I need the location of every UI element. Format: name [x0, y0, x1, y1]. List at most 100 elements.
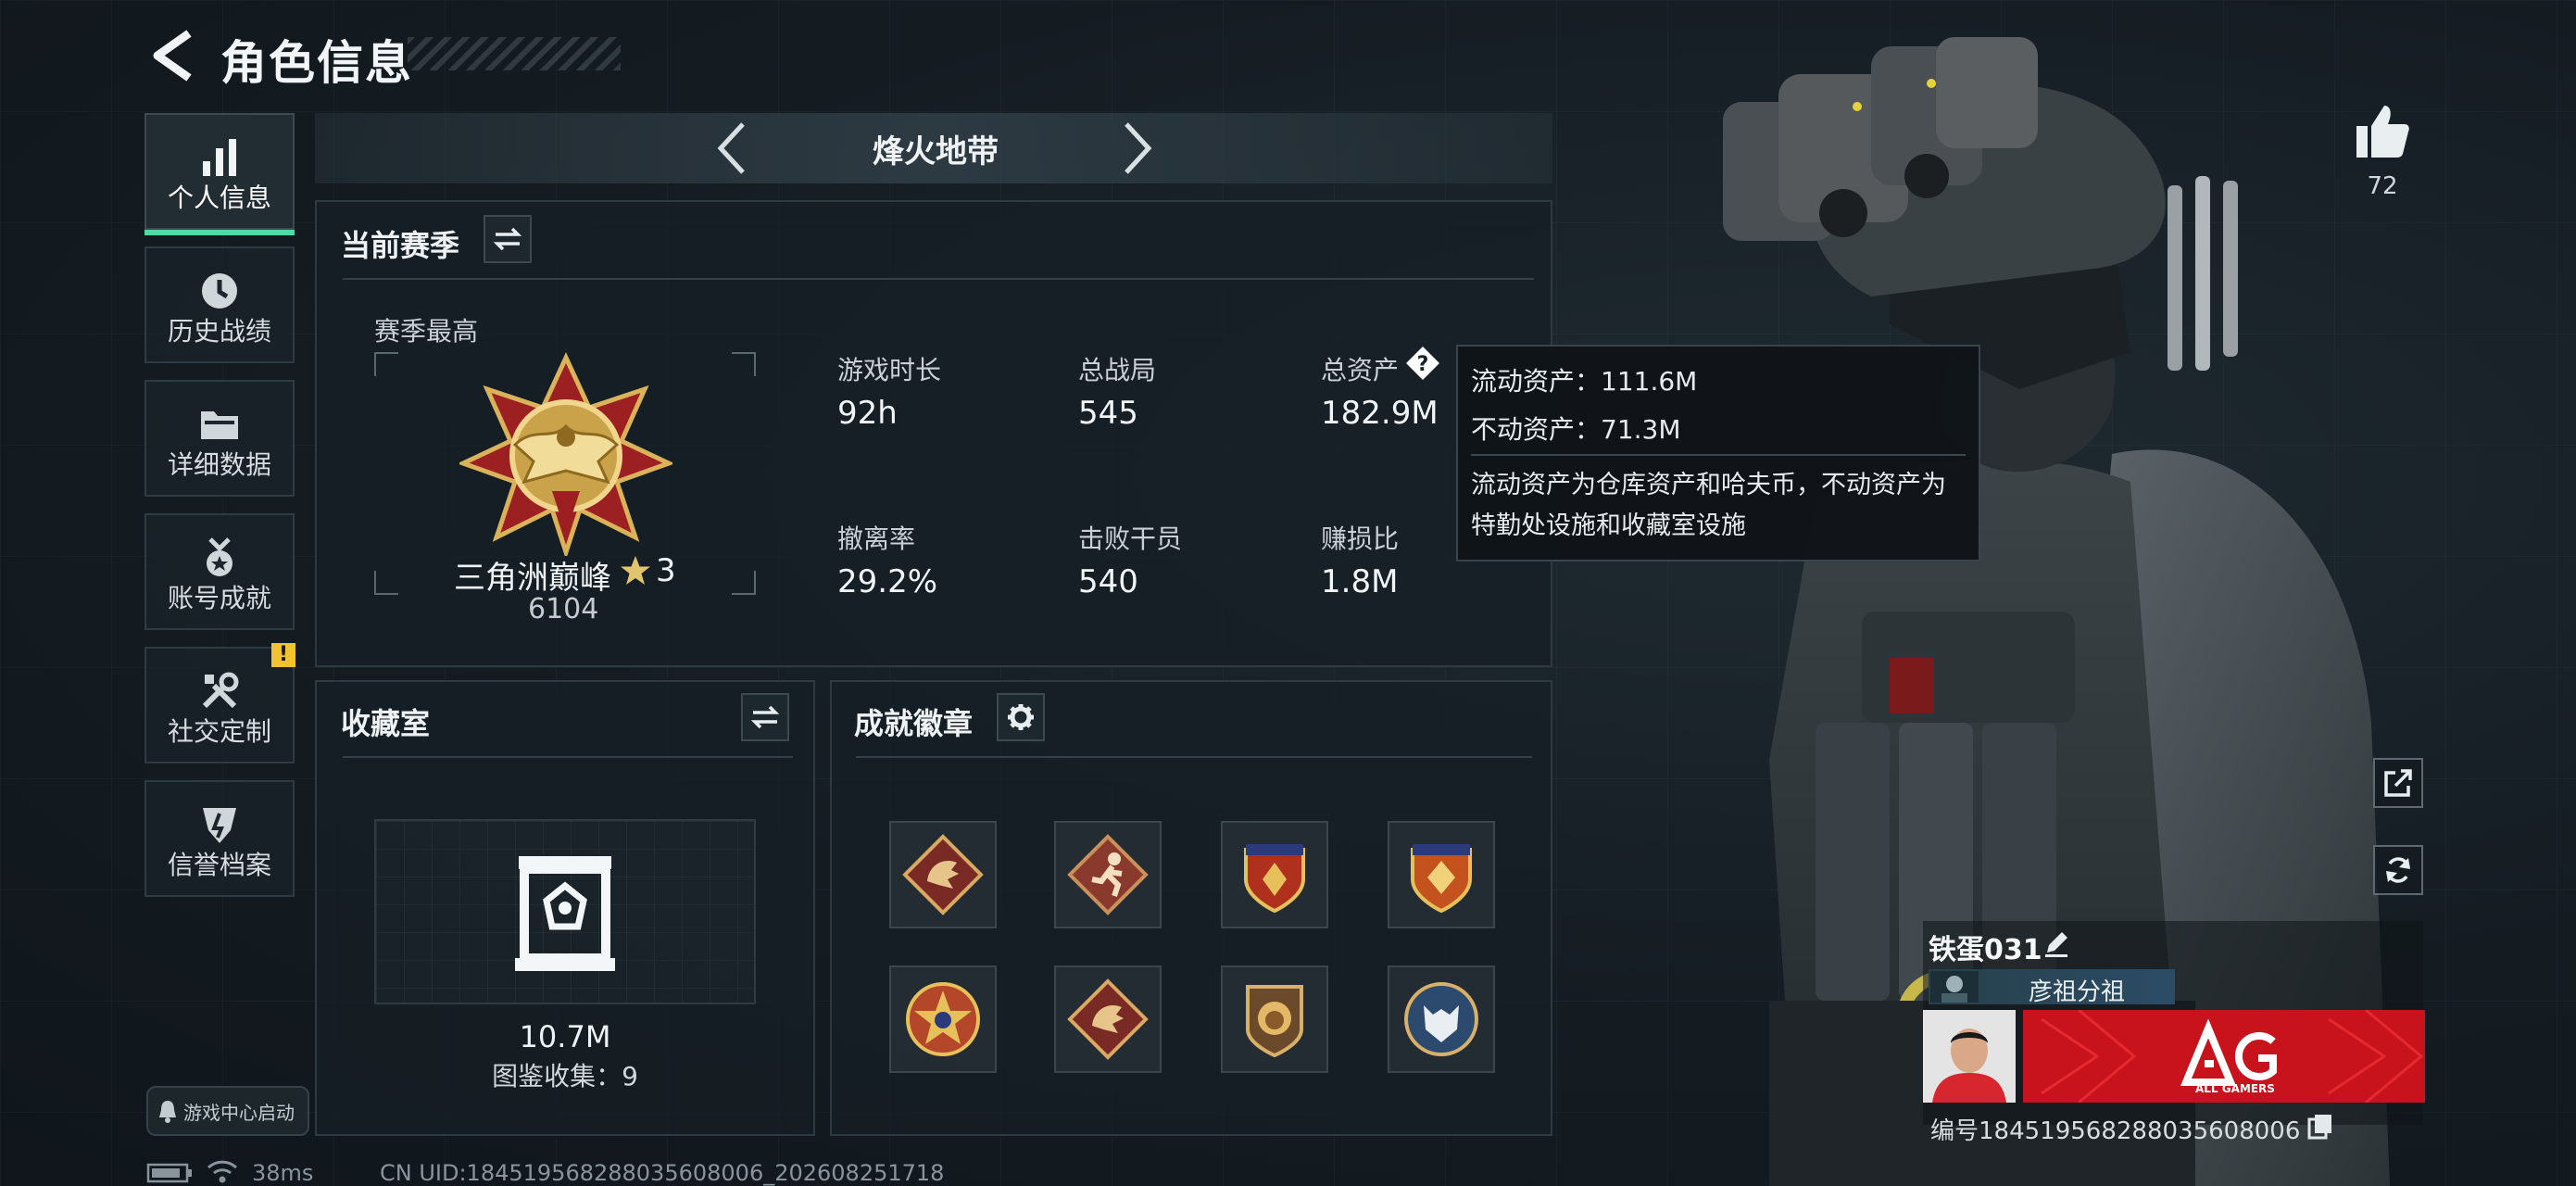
sidebar-item-label: 个人信息 — [167, 183, 271, 213]
achievement-badge[interactable] — [1054, 821, 1162, 928]
stat-value-kills: 540 — [1078, 563, 1138, 600]
warning-badge: ! — [271, 643, 295, 667]
stat-value-total-assets: 182.9M — [1321, 395, 1439, 432]
sidebar-item-label: 账号成就 — [167, 583, 271, 613]
collection-value: 10.7M — [519, 1019, 611, 1054]
battery-icon — [146, 1163, 192, 1183]
stat-label-profit-ratio: 赚损比 — [1321, 524, 1400, 554]
game-center-launch-button[interactable]: 游戏中心启动 — [146, 1086, 309, 1136]
account-uid: CN UID:184519568288035608006_20260825171… — [380, 1160, 945, 1186]
stat-value-matches: 545 — [1078, 395, 1138, 432]
mode-label: 烽火地带 — [873, 133, 999, 170]
team-name: 彦祖分祖 — [2029, 978, 2126, 1006]
svg-text:?: ? — [1417, 353, 1429, 376]
copy-icon[interactable] — [2306, 1112, 2334, 1140]
season-best-label: 赛季最高 — [374, 316, 479, 347]
avatar — [1923, 1010, 2016, 1103]
dragon-badge-icon — [902, 834, 984, 915]
stat-label-kills: 击败干员 — [1078, 524, 1183, 554]
back-icon[interactable] — [148, 28, 195, 83]
title-decoration — [408, 37, 621, 70]
help-icon: ? — [1406, 347, 1439, 380]
swap-icon — [493, 227, 522, 251]
sidebar-item-label: 信誉档案 — [167, 850, 271, 880]
stat-label-matches: 总战局 — [1078, 355, 1157, 385]
team-logo-subtitle: ALL GAMERS — [2195, 1082, 2275, 1095]
stat-value-playtime: 92h — [837, 395, 898, 432]
tooltip-description: 流动资产为仓库资产和哈夫币，不动资产为特勤处设施和收藏室设施 — [1471, 471, 1946, 540]
lion-badge-icon — [1246, 985, 1303, 1058]
shield-badge-icon — [1244, 844, 1305, 914]
chevron-right-icon[interactable] — [1119, 119, 1156, 178]
achievement-badge[interactable] — [1388, 965, 1495, 1073]
gear-icon — [1008, 704, 1034, 730]
sidebar-item-label: 详细数据 — [167, 449, 271, 480]
assets-help-button[interactable]: ? — [1404, 345, 1441, 382]
frame-corner — [732, 352, 756, 376]
clock-icon — [202, 273, 237, 309]
tools-icon — [202, 672, 239, 709]
share-button[interactable] — [2373, 758, 2423, 808]
display-case-icon — [515, 856, 615, 971]
achievements-settings-button[interactable] — [997, 693, 1045, 741]
shield-badge-icon — [1411, 844, 1472, 914]
achievement-badge[interactable] — [1054, 965, 1162, 1073]
thumbs-up-icon[interactable] — [2353, 102, 2412, 161]
rank-name: 三角洲巅峰 — [454, 560, 611, 597]
assets-tooltip: 流动资产：111.6M 不动资产：71.3M 流动资产为仓库资产和哈夫币，不动资… — [1456, 345, 1980, 561]
sidebar-item-personal-info[interactable]: 个人信息 — [145, 113, 295, 235]
refresh-button[interactable] — [2373, 845, 2423, 895]
chevron-left-icon[interactable] — [713, 119, 750, 178]
star-icon — [621, 556, 650, 585]
edit-icon[interactable] — [2042, 928, 2071, 958]
sidebar-item-achievements[interactable]: 账号成就 — [145, 513, 295, 630]
medal-icon — [207, 537, 232, 576]
season-switch-button[interactable] — [484, 215, 532, 263]
share-icon — [2384, 769, 2412, 797]
chart-bars-icon — [203, 139, 236, 176]
runner-badge-icon — [1067, 834, 1149, 915]
shield-icon — [203, 808, 236, 843]
tooltip-divider — [1471, 454, 1966, 456]
sidebar-item-history[interactable]: 历史战绩 — [145, 246, 295, 363]
bell-icon — [159, 1101, 176, 1123]
ping-value: 38ms — [252, 1160, 314, 1186]
stat-value-extraction-rate: 29.2% — [837, 563, 938, 600]
collection-title: 收藏室 — [341, 706, 431, 741]
collection-switch-button[interactable] — [741, 693, 789, 741]
refresh-icon — [2386, 857, 2410, 883]
sidebar-item-label: 历史战绩 — [167, 316, 271, 347]
dragon-badge-icon — [1067, 978, 1149, 1060]
frame-corner — [374, 571, 398, 595]
team-avatar — [1930, 971, 1979, 1003]
stat-value-profit-ratio: 1.8M — [1321, 563, 1399, 600]
player-name: 铁蛋031 — [1929, 934, 2042, 966]
achievement-badge[interactable] — [1221, 965, 1328, 1073]
stat-label-extraction-rate: 撤离率 — [837, 524, 916, 554]
divider — [856, 756, 1532, 758]
rank-stars: 3 — [656, 552, 676, 589]
folder-icon — [201, 411, 238, 439]
stat-label-playtime: 游戏时长 — [837, 355, 942, 385]
achievement-badge[interactable] — [889, 821, 997, 928]
frame-corner — [374, 352, 398, 376]
page-title: 角色信息 — [220, 36, 413, 90]
tooltip-fixed-assets: 不动资产：71.3M — [1471, 414, 1681, 445]
star-badge-icon — [906, 982, 980, 1056]
achievement-badge[interactable] — [1388, 821, 1495, 928]
player-id: 编号184519568288035608006 — [1930, 1117, 2301, 1145]
wolf-badge-icon — [1404, 982, 1478, 1056]
sidebar-item-reputation[interactable]: 信誉档案 — [145, 780, 295, 897]
stat-label-total-assets: 总资产 — [1321, 355, 1400, 385]
rank-score: 6104 — [528, 593, 599, 625]
sidebar-item-detailed-data[interactable]: 详细数据 — [145, 380, 295, 497]
achievements-title: 成就徽章 — [854, 706, 974, 741]
achievement-badge[interactable] — [889, 965, 997, 1073]
season-title: 当前赛季 — [341, 228, 460, 263]
sidebar-item-label: 社交定制 — [167, 716, 271, 747]
like-count: 72 — [2367, 172, 2398, 200]
achievement-badge[interactable] — [1221, 821, 1328, 928]
collection-count: 图鉴收集：9 — [492, 1061, 638, 1091]
frame-corner — [732, 571, 756, 595]
rank-emblem-icon — [459, 352, 672, 556]
